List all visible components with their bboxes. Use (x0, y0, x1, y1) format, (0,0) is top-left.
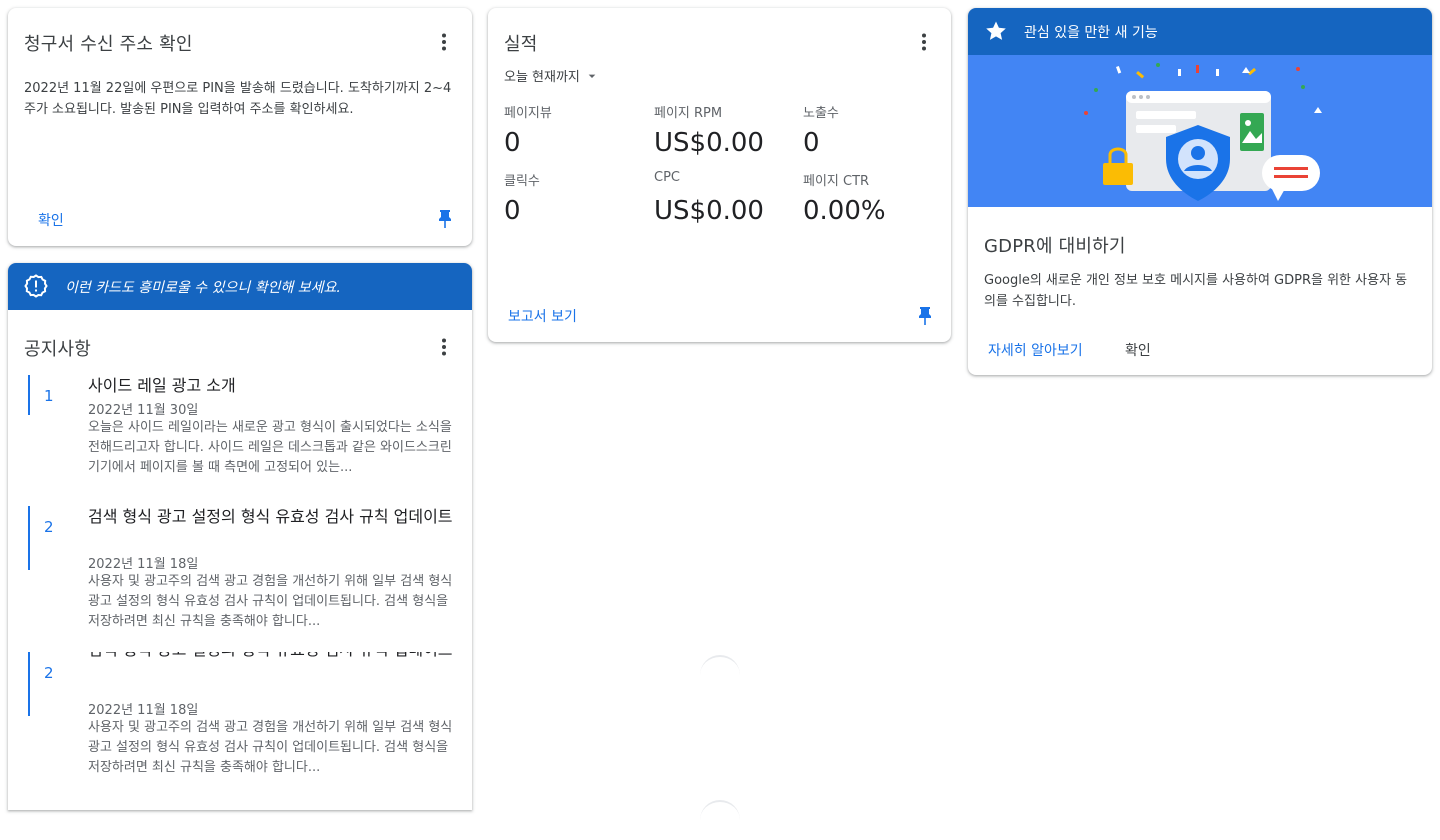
card-body: 2022년 11월 22일에 우편으로 PIN을 발송해 드렸습니다. 도착하기… (24, 81, 452, 117)
confirm-button[interactable]: 확인 (1125, 340, 1151, 360)
performance-card: 실적 오늘 현재까지 페이지뷰 0 페이지 RPM US$0.00 노출수 0 … (488, 8, 951, 342)
metric-value-pageviews: 0 (504, 128, 521, 158)
notice-item[interactable]: 2 검색 형식 광고 설정의 형식 유효성 검사 규칙 업데이트 2022년 1… (28, 506, 458, 651)
new-feature-card: 관심 있을 만한 새 기능 GDPR에 대비하기 Google의 새로운 개인 … (968, 8, 1432, 375)
metric-value-cpc: US$0.00 (654, 196, 764, 226)
notice-description: 오늘은 사이드 레일이라는 새로운 광고 형식이 출시되었다는 소식을 전해드리… (88, 420, 452, 475)
metric-label-cpc: CPC (654, 170, 680, 185)
view-report-link[interactable]: 보고서 보기 (508, 306, 577, 326)
pin-icon (919, 307, 931, 325)
gdpr-illustration-graphic (1084, 63, 1322, 201)
metric-label-impressions: 노출수 (803, 106, 839, 121)
loading-spinner (700, 800, 740, 840)
notices-card: 이런 카드도 흥미로울 수 있으니 확인해 보세요. 공지사항 1 사이드 레일… (8, 263, 472, 810)
metric-label-pageviews: 페이지뷰 (504, 106, 552, 121)
confirm-button[interactable]: 확인 (38, 210, 64, 230)
banner-text: 이런 카드도 흥미로울 수 있으니 확인해 보세요. (65, 280, 341, 296)
notice-indicator (28, 375, 30, 415)
notice-date: 2022년 11월 18일 (88, 557, 199, 572)
pin-icon (439, 210, 451, 228)
more-vert-icon (442, 338, 446, 356)
notice-date: 2022년 11월 30일 (88, 403, 199, 418)
learn-more-button[interactable]: 자세히 알아보기 (988, 340, 1083, 360)
pin-button[interactable] (433, 208, 457, 232)
notice-indicator (28, 652, 30, 716)
billing-address-card: 청구서 수신 주소 확인 2022년 11월 22일에 우편으로 PIN을 발송… (8, 8, 472, 246)
banner-text: 관심 있을 만한 새 기능 (1024, 25, 1158, 41)
metric-value-impressions: 0 (803, 128, 820, 158)
new-feature-banner: 관심 있을 만한 새 기능 (968, 8, 1432, 55)
card-title: GDPR에 대비하기 (984, 236, 1126, 257)
notice-indicator (28, 506, 30, 570)
gdpr-illustration (968, 55, 1432, 207)
feedback-icon (24, 274, 48, 298)
period-dropdown[interactable]: 오늘 현재까지 (504, 66, 600, 85)
metric-value-page-ctr: 0.00% (803, 196, 886, 226)
star-icon (986, 21, 1006, 40)
notice-date: 2022년 11월 18일 (88, 703, 199, 718)
metric-label-page-ctr: 페이지 CTR (803, 174, 870, 189)
notice-title: 사이드 레일 광고 소개 (88, 376, 236, 395)
suggestion-banner: 이런 카드도 흥미로울 수 있으니 확인해 보세요. (8, 263, 472, 310)
notice-number: 2 (44, 664, 54, 682)
notice-description: 사용자 및 광고주의 검색 광고 경험을 개선하기 위해 일부 검색 형식 광고… (88, 720, 453, 775)
more-options-button[interactable] (432, 30, 456, 54)
notice-number: 2 (44, 518, 54, 536)
notice-number: 1 (44, 387, 54, 405)
card-body: Google의 새로운 개인 정보 보호 메시지를 사용하여 GDPR을 위한 … (984, 273, 1408, 309)
notice-title: 검색 형식 광고 설정의 형식 유효성 검사 규칙 업데이트 (88, 652, 458, 661)
period-label: 오늘 현재까지 (504, 70, 580, 85)
pin-button[interactable] (913, 305, 937, 329)
more-vert-icon (442, 33, 446, 51)
notice-item[interactable]: 1 사이드 레일 광고 소개 2022년 11월 30일 오늘은 사이드 레일이… (28, 375, 458, 497)
notice-description: 사용자 및 광고주의 검색 광고 경험을 개선하기 위해 일부 검색 형식 광고… (88, 574, 453, 629)
metric-value-clicks: 0 (504, 196, 521, 226)
more-vert-icon (922, 33, 926, 51)
more-options-button[interactable] (432, 335, 456, 359)
dropdown-arrow-icon (588, 74, 596, 78)
metric-value-page-rpm: US$0.00 (654, 128, 764, 158)
loading-spinner (700, 655, 740, 695)
metric-label-page-rpm: 페이지 RPM (654, 106, 723, 121)
notice-item[interactable]: 2 검색 형식 광고 설정의 형식 유효성 검사 규칙 업데이트 2022년 1… (28, 652, 458, 802)
card-title: 청구서 수신 주소 확인 (24, 34, 193, 55)
metric-label-clicks: 클릭수 (504, 174, 540, 189)
notice-title: 검색 형식 광고 설정의 형식 유효성 검사 규칙 업데이트 (88, 507, 453, 526)
card-title: 공지사항 (24, 339, 92, 360)
card-title: 실적 (504, 34, 538, 55)
more-options-button[interactable] (912, 30, 936, 54)
